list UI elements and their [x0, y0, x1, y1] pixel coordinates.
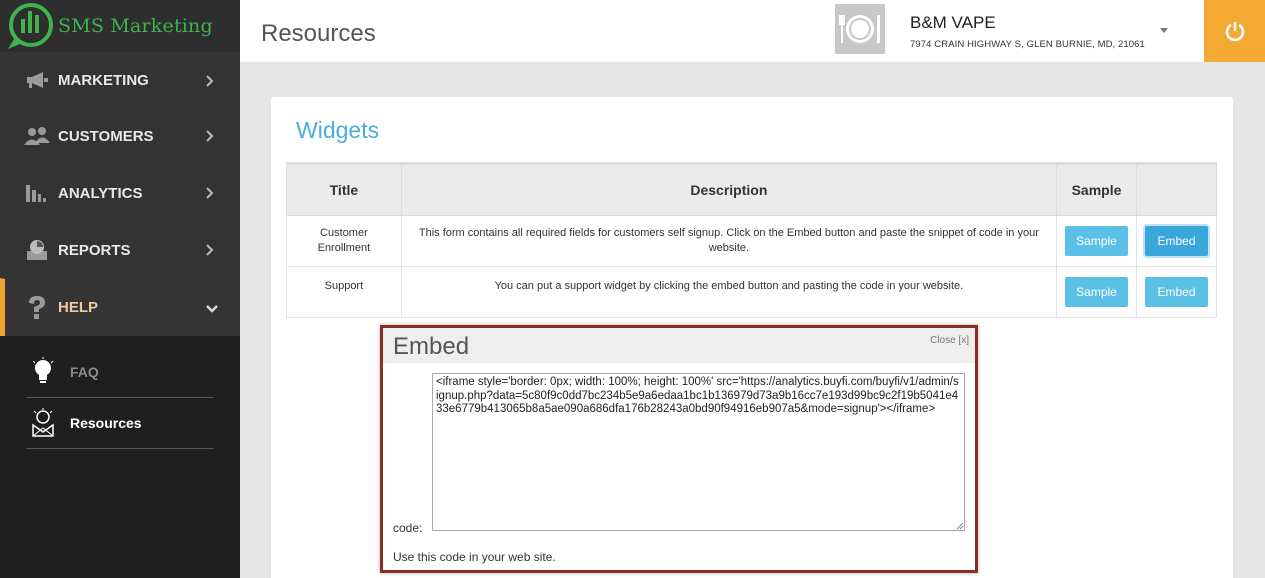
embed-cell: Embed	[1135, 215, 1218, 267]
page-title: Resources	[261, 20, 376, 47]
embed-button[interactable]: Embed	[1144, 226, 1208, 256]
sample-button[interactable]: Sample	[1064, 277, 1128, 307]
embed-cell: Embed	[1135, 266, 1218, 318]
table-row: Customer Enrollment This form contains a…	[286, 215, 1218, 267]
widgets-table: Title Description Sample Customer Enroll…	[286, 162, 1218, 318]
column-header-description: Description	[400, 162, 1057, 216]
users-icon	[22, 124, 52, 148]
store-avatar	[835, 4, 885, 54]
widget-title: Customer Enrollment	[286, 215, 402, 267]
code-label: code:	[393, 521, 423, 535]
table-row: Support You can put a support widget by …	[286, 266, 1218, 318]
sample-cell: Sample	[1055, 215, 1137, 267]
sidebar-item-label: ANALYTICS	[58, 184, 143, 202]
sidebar-subitem-label: Resources	[70, 415, 142, 431]
sidebar-subitem-resources[interactable]: Resources	[26, 398, 214, 449]
sidebar-item-label: MARKETING	[58, 71, 149, 89]
embed-code-textarea[interactable]: <iframe style='border: 0px; width: 100%;…	[432, 373, 965, 531]
widget-title: Support	[286, 266, 402, 318]
sidebar-item-analytics[interactable]: ANALYTICS	[0, 164, 240, 221]
sample-button[interactable]: Sample	[1064, 226, 1128, 256]
sidebar: SMS Marketing MARKETING CUSTOMERS ANALYT…	[0, 0, 240, 578]
dialog-note: Use this code in your web site.	[393, 550, 556, 564]
sample-cell: Sample	[1055, 266, 1137, 318]
resize-handle-icon[interactable]	[954, 520, 964, 530]
column-header-title: Title	[286, 162, 402, 216]
lightbulb-icon	[26, 355, 60, 389]
chevron-right-icon	[206, 130, 214, 142]
dialog-title: Embed	[393, 333, 470, 360]
widget-description: This form contains all required fields f…	[400, 215, 1057, 267]
table-header-row: Title Description Sample	[286, 162, 1218, 216]
column-header-embed	[1135, 162, 1218, 216]
top-header: Resources B&M VAPE 7974 CRAIN HIGHWAY S,…	[240, 0, 1265, 62]
logo-text: SMS Marketing	[58, 15, 213, 37]
sidebar-subitem-faq[interactable]: FAQ	[26, 347, 214, 398]
chevron-right-icon	[206, 244, 214, 256]
sidebar-item-help[interactable]: HELP	[0, 278, 240, 336]
caret-down-icon[interactable]	[1160, 28, 1168, 33]
question-icon	[22, 295, 52, 320]
sidebar-item-marketing[interactable]: MARKETING	[0, 52, 240, 107]
sidebar-item-customers[interactable]: CUSTOMERS	[0, 107, 240, 164]
close-button[interactable]: Close [x]	[930, 335, 969, 346]
chevron-right-icon	[206, 75, 214, 87]
store-name[interactable]: B&M VAPE	[910, 13, 996, 33]
section-title: Widgets	[296, 117, 380, 143]
widget-description: You can put a support widget by clicking…	[400, 266, 1057, 318]
logo-icon	[8, 3, 53, 49]
restaurant-icon	[839, 15, 880, 43]
chevron-down-icon	[206, 305, 218, 313]
column-header-sample: Sample	[1055, 162, 1137, 216]
sidebar-item-label: CUSTOMERS	[58, 127, 154, 145]
megaphone-icon	[22, 68, 52, 92]
sidebar-item-label: REPORTS	[58, 241, 131, 259]
dialog-header: Embed Close [x]	[383, 328, 975, 363]
report-icon	[22, 238, 52, 262]
store-address: 7974 CRAIN HIGHWAY S, GLEN BURNIE, MD, 2…	[910, 39, 1145, 50]
help-submenu: FAQ Resources	[0, 336, 240, 578]
sidebar-item-label: HELP	[58, 299, 99, 316]
resources-icon	[26, 406, 60, 440]
logout-button[interactable]	[1204, 0, 1265, 62]
power-icon	[1225, 22, 1244, 41]
logo[interactable]: SMS Marketing	[0, 0, 240, 52]
embed-button[interactable]: Embed	[1144, 277, 1208, 307]
bar-chart-icon	[22, 181, 52, 205]
embed-dialog: Embed Close [x] code: <iframe style='bor…	[380, 325, 978, 573]
chevron-right-icon	[206, 187, 214, 199]
sidebar-item-reports[interactable]: REPORTS	[0, 221, 240, 278]
sidebar-subitem-label: FAQ	[70, 364, 99, 380]
